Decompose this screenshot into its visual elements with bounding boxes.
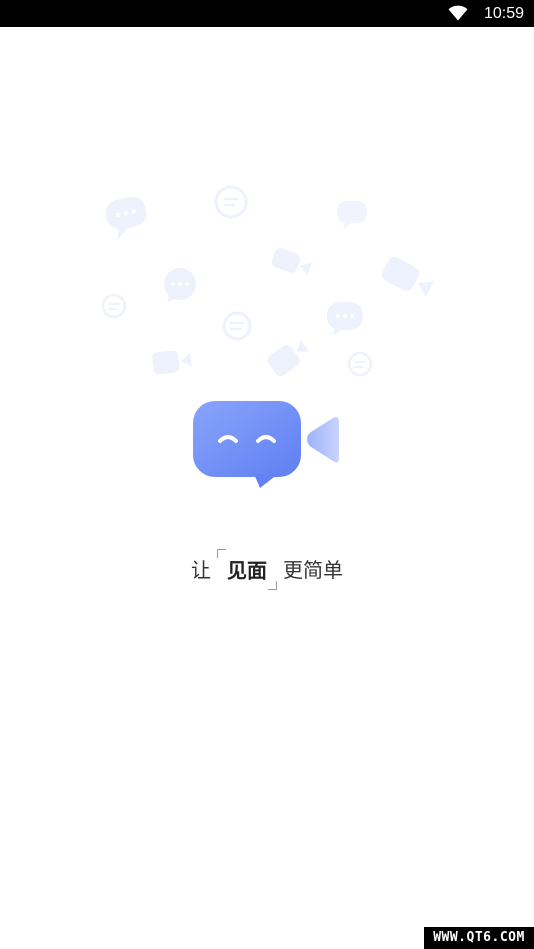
bracket-corner-top-left	[217, 548, 226, 558]
chat-bubble-icon	[327, 302, 363, 336]
slogan-prefix: 让	[191, 557, 211, 582]
video-camera-icon	[267, 340, 309, 377]
chat-bubble-icon	[337, 201, 367, 229]
video-camera-icon	[381, 256, 434, 298]
video-camera-icon	[271, 247, 312, 276]
slogan-highlight-box: 见面	[217, 548, 277, 591]
video-chat-logo-icon	[193, 401, 339, 488]
message-icon	[222, 311, 252, 341]
video-camera-icon	[152, 350, 192, 375]
chat-bubble-icon	[164, 268, 196, 303]
message-icon	[214, 185, 248, 219]
message-icon	[101, 293, 127, 319]
splash-screen: 10:59 让 见面 更简单 WWW.QT6.COM	[0, 0, 534, 949]
slogan-suffix: 更简单	[283, 557, 343, 582]
message-icon	[347, 351, 373, 377]
bracket-corner-bottom-right	[268, 581, 277, 591]
slogan: 让见面 更简单	[0, 548, 534, 591]
slogan-highlight: 见面	[227, 558, 267, 583]
chat-bubble-icon	[105, 196, 147, 241]
watermark: WWW.QT6.COM	[424, 927, 534, 949]
